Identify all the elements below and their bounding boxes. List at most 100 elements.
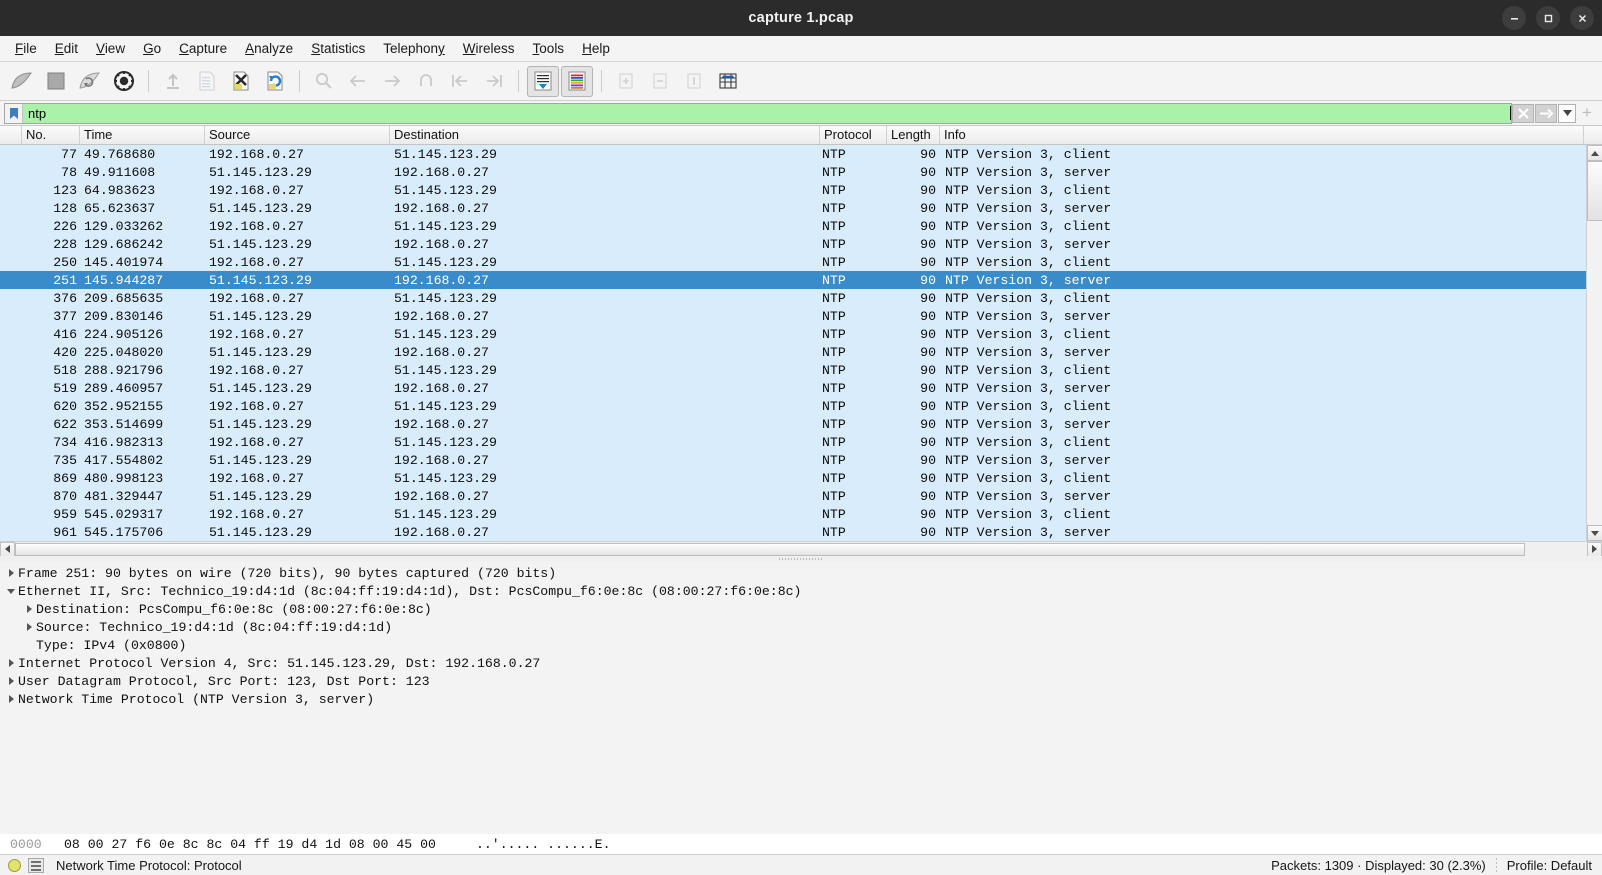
packet-list-row[interactable]: 519 289.460957 51.145.123.29 192.168.0.27 NT…	[0, 379, 1602, 397]
packet-list-row[interactable]: 518 288.921796 192.168.0.27 51.145.123.29 NT…	[0, 361, 1602, 379]
packet-list-row[interactable]: 77 49.768680 192.168.0.27 51.145.123.29 NTP 9…	[0, 145, 1602, 163]
display-filter-input[interactable]: ntp	[23, 104, 1510, 123]
expert-info-yellow-icon[interactable]	[8, 858, 21, 872]
packet-list-vertical-scrollbar[interactable]	[1586, 145, 1602, 541]
stop-capture-icon[interactable]	[40, 66, 72, 97]
horizontal-scroll-thumb[interactable]	[15, 543, 1525, 556]
filter-history-dropdown-icon[interactable]	[1558, 103, 1576, 123]
packet-list-row[interactable]: 376 209.685635 192.168.0.27 51.145.123.29 NT…	[0, 289, 1602, 307]
column-header-protocol[interactable]: Protocol	[820, 126, 887, 144]
packet-list-row[interactable]: 226 129.033262 192.168.0.27 51.145.123.29 NT…	[0, 217, 1602, 235]
detail-tree-item[interactable]: Type: IPv4 (0x0800)	[0, 636, 1602, 654]
menu-capture[interactable]: Capture	[170, 39, 236, 58]
detail-tree-item[interactable]: Destination: PcsCompu_f6:0e:8c (08:00:27…	[0, 600, 1602, 618]
packet-list-body[interactable]: 77 49.768680 192.168.0.27 51.145.123.29 NTP 9…	[0, 145, 1602, 541]
packet-list-row[interactable]: 734 416.982313 192.168.0.27 51.145.123.29 NT…	[0, 433, 1602, 451]
menu-edit[interactable]: Edit	[46, 39, 87, 58]
go-to-packet-icon[interactable]	[410, 66, 442, 97]
go-to-first-packet-icon[interactable]	[444, 66, 476, 97]
packet-detail-pane[interactable]: Frame 251: 90 bytes on wire (720 bits), …	[0, 562, 1602, 834]
packet-list-row[interactable]: 251 145.944287 51.145.123.29 192.168.0.27 NT…	[0, 271, 1602, 289]
detail-tree-item[interactable]: Ethernet II, Src: Technico_19:d4:1d (8c:…	[0, 582, 1602, 600]
detail-tree-item[interactable]: Frame 251: 90 bytes on wire (720 bits), …	[0, 564, 1602, 582]
menu-help[interactable]: Help	[573, 39, 619, 58]
packet-list-row[interactable]: 869 480.998123 192.168.0.27 51.145.123.29 NT…	[0, 469, 1602, 487]
menu-tools[interactable]: Tools	[524, 39, 574, 58]
detail-tree-item[interactable]: Network Time Protocol (NTP Version 3, se…	[0, 690, 1602, 708]
packet-list-row[interactable]: 959 545.029317 192.168.0.27 51.145.123.29 NT…	[0, 505, 1602, 523]
status-profile-text[interactable]: Profile: Default	[1507, 858, 1592, 873]
packet-list-row[interactable]: 961 545.175706 51.145.123.29 192.168.0.27 NT…	[0, 523, 1602, 541]
menu-view[interactable]: View	[87, 39, 134, 58]
apply-filter-icon[interactable]	[1535, 103, 1557, 123]
packet-list-row[interactable]: 228 129.686242 51.145.123.29 192.168.0.27 NT…	[0, 235, 1602, 253]
detail-tree-item[interactable]: User Datagram Protocol, Src Port: 123, D…	[0, 672, 1602, 690]
colorize-packets-icon[interactable]	[561, 65, 593, 97]
normal-size-icon[interactable]	[678, 66, 710, 97]
chevron-right-icon[interactable]	[4, 659, 18, 667]
add-filter-button-icon[interactable]: +	[1576, 103, 1598, 123]
menu-statistics[interactable]: Statistics	[302, 39, 374, 58]
minimize-button[interactable]	[1502, 6, 1526, 30]
vertical-scroll-thumb[interactable]	[1587, 161, 1602, 221]
scroll-left-button[interactable]	[0, 541, 15, 557]
menu-wireless[interactable]: Wireless	[454, 39, 524, 58]
reload-file-icon[interactable]	[259, 66, 291, 97]
scroll-right-button[interactable]	[1587, 541, 1602, 557]
column-header-time[interactable]: Time	[80, 126, 205, 144]
start-capture-icon[interactable]	[6, 66, 38, 97]
capture-options-icon[interactable]	[108, 66, 140, 97]
packet-list-row[interactable]: 250 145.401974 192.168.0.27 51.145.123.29 NT…	[0, 253, 1602, 271]
find-packet-icon[interactable]	[308, 66, 340, 97]
zoom-in-icon[interactable]	[610, 66, 642, 97]
restart-capture-icon[interactable]	[74, 66, 106, 97]
packet-cell-source: 192.168.0.27	[209, 434, 304, 450]
chevron-right-icon[interactable]	[22, 605, 36, 613]
packet-list-row[interactable]: 735 417.554802 51.145.123.29 192.168.0.27 NT…	[0, 451, 1602, 469]
go-forward-icon[interactable]	[376, 66, 408, 97]
zoom-out-icon[interactable]	[644, 66, 676, 97]
packet-list-row[interactable]: 377 209.830146 51.145.123.29 192.168.0.27 NT…	[0, 307, 1602, 325]
packet-list-row[interactable]: 420 225.048020 51.145.123.29 192.168.0.27 NT…	[0, 343, 1602, 361]
open-file-icon[interactable]	[157, 66, 189, 97]
chevron-right-icon[interactable]	[4, 569, 18, 577]
packet-list-horizontal-scrollbar[interactable]	[0, 541, 1602, 557]
packet-list-row[interactable]: 78 49.911608 51.145.123.29 192.168.0.27 NTP 9…	[0, 163, 1602, 181]
menu-analyze[interactable]: Analyze	[236, 39, 302, 58]
chevron-right-icon[interactable]	[4, 695, 18, 703]
maximize-button[interactable]	[1536, 6, 1560, 30]
detail-tree-item[interactable]: Source: Technico_19:d4:1d (8c:04:ff:19:d…	[0, 618, 1602, 636]
packet-list-row[interactable]: 870 481.329447 51.145.123.29 192.168.0.27 NT…	[0, 487, 1602, 505]
column-header-length[interactable]: Length	[887, 126, 940, 144]
go-back-icon[interactable]	[342, 66, 374, 97]
capture-comment-icon[interactable]	[28, 857, 44, 873]
packet-list-row[interactable]: 622 353.514699 51.145.123.29 192.168.0.27 NT…	[0, 415, 1602, 433]
menu-telephony[interactable]: Telephony	[374, 39, 454, 58]
packet-bytes-pane[interactable]: 0000 08 00 27 f6 0e 8c 8c 04 ff 19 d4 1d…	[0, 834, 1602, 854]
go-to-last-packet-icon[interactable]	[478, 66, 510, 97]
packet-list-row[interactable]: 128 65.623637 51.145.123.29 192.168.0.27 NTP…	[0, 199, 1602, 217]
packet-list-row[interactable]: 123 64.983623 192.168.0.27 51.145.123.29 NTP…	[0, 181, 1602, 199]
column-header-no[interactable]: No.	[22, 126, 80, 144]
column-header-source[interactable]: Source	[205, 126, 390, 144]
close-button[interactable]	[1570, 6, 1594, 30]
auto-scroll-icon[interactable]	[527, 65, 559, 97]
packet-list-row[interactable]: 620 352.952155 192.168.0.27 51.145.123.29 NT…	[0, 397, 1602, 415]
close-file-icon[interactable]	[225, 66, 257, 97]
menu-file[interactable]: File	[6, 39, 46, 58]
scroll-up-button[interactable]	[1587, 145, 1602, 161]
chevron-right-icon[interactable]	[4, 677, 18, 685]
menu-go[interactable]: Go	[134, 39, 170, 58]
display-filter-box[interactable]: ntp	[4, 102, 1512, 124]
column-header-destination[interactable]: Destination	[390, 126, 820, 144]
column-header-info[interactable]: Info	[940, 126, 1584, 144]
chevron-down-icon[interactable]	[4, 588, 18, 594]
resize-columns-icon[interactable]	[712, 66, 744, 97]
bookmark-icon[interactable]	[5, 103, 23, 123]
save-file-icon[interactable]	[191, 66, 223, 97]
packet-list-row[interactable]: 416 224.905126 192.168.0.27 51.145.123.29 NT…	[0, 325, 1602, 343]
clear-filter-icon[interactable]	[1512, 103, 1534, 123]
scroll-down-button[interactable]	[1587, 525, 1602, 541]
chevron-right-icon[interactable]	[22, 623, 36, 631]
detail-tree-item[interactable]: Internet Protocol Version 4, Src: 51.145…	[0, 654, 1602, 672]
